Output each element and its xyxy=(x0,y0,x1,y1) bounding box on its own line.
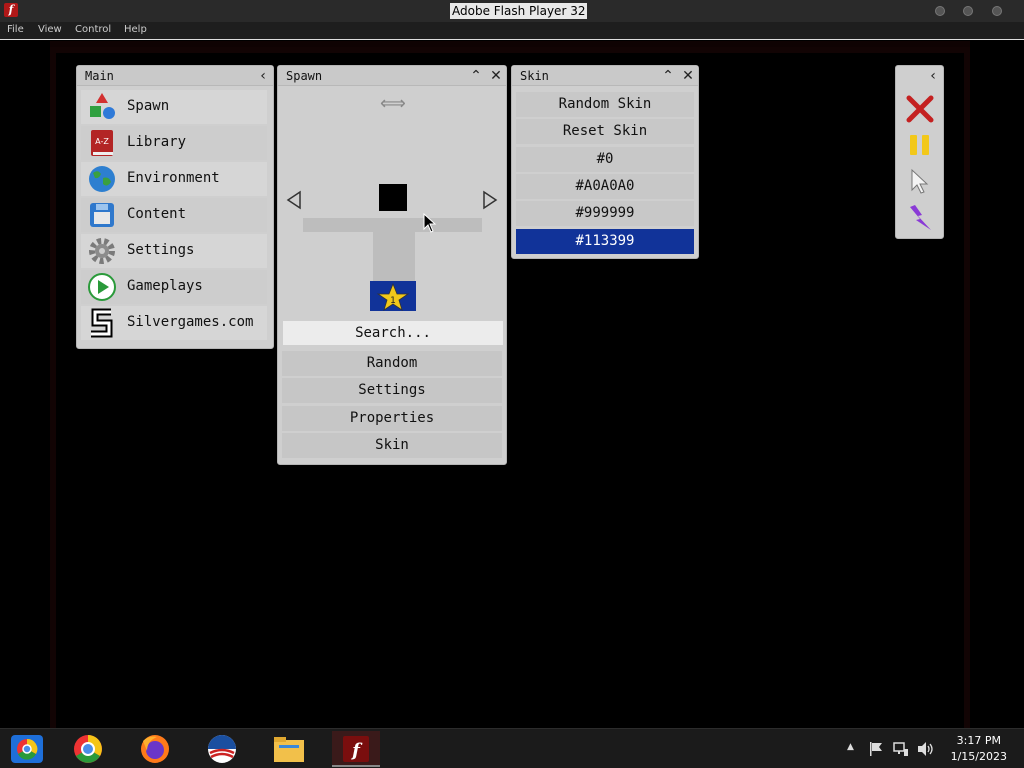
network-icon[interactable] xyxy=(893,741,909,757)
settings-button[interactable]: Settings xyxy=(282,378,502,403)
flash-player-taskbar-item[interactable]: f xyxy=(332,731,380,767)
menu-help[interactable]: Help xyxy=(124,24,147,35)
skin-panel: Skin ⌃ ✕ Random Skin Reset Skin #0 #A0A0… xyxy=(511,65,699,259)
character-body xyxy=(373,218,415,282)
menu-file[interactable]: File xyxy=(7,24,24,35)
skin-panel-header: Skin ⌃ ✕ xyxy=(512,66,698,86)
menu-item-label: Environment xyxy=(127,170,220,186)
main-panel-title: Main xyxy=(85,69,114,83)
close-icon[interactable]: ✕ xyxy=(488,68,504,84)
spawn-panel: Spawn ⌃ ✕ ⟺ 1 Search... Random Settings xyxy=(277,65,507,465)
random-skin-button[interactable]: Random Skin xyxy=(516,92,694,117)
menu-item-label: Content xyxy=(127,206,187,222)
character-head xyxy=(379,184,407,211)
flash-app-icon: f xyxy=(4,3,18,17)
clock-date: 1/15/2023 xyxy=(950,750,1007,763)
resize-arrows-icon[interactable]: ⟺ xyxy=(380,93,406,114)
menu-item-label: Spawn xyxy=(127,98,170,114)
shapes-icon xyxy=(90,93,115,119)
skin-color-option[interactable]: #0 xyxy=(516,147,694,172)
mouse-pointer-icon xyxy=(423,213,437,233)
file-explorer-icon[interactable] xyxy=(269,731,309,767)
play-icon xyxy=(88,273,116,301)
reset-skin-button[interactable]: Reset Skin xyxy=(516,119,694,144)
previous-arrow-icon[interactable] xyxy=(286,190,302,210)
obama-logo-icon[interactable] xyxy=(202,731,242,767)
tool-panel: ‹ xyxy=(895,65,944,239)
show-hidden-icons-icon[interactable]: ▲ xyxy=(847,742,854,752)
next-arrow-icon[interactable] xyxy=(482,190,498,210)
chrome-icon[interactable] xyxy=(7,731,47,767)
star-badge-icon: 1 xyxy=(370,281,416,311)
window-title: Adobe Flash Player 32 xyxy=(450,3,588,19)
maximize-button[interactable] xyxy=(963,6,973,16)
pause-icon[interactable] xyxy=(907,133,933,157)
skin-panel-title: Skin xyxy=(520,69,549,83)
silvergames-logo-icon xyxy=(91,308,113,338)
search-field[interactable]: Search... xyxy=(283,321,503,345)
main-panel: Main ‹ Spawn A-Z Library Environment Con… xyxy=(76,65,274,349)
action-center-flag-icon[interactable] xyxy=(869,741,883,757)
menu-control[interactable]: Control xyxy=(75,24,111,35)
close-icon[interactable]: ✕ xyxy=(680,68,696,84)
menu-view[interactable]: View xyxy=(38,24,62,35)
character-preview: ⟺ 1 xyxy=(278,87,506,319)
svg-text:1: 1 xyxy=(390,296,396,306)
tool-panel-header: ‹ xyxy=(896,66,943,86)
menu-item-content[interactable]: Content xyxy=(81,198,267,232)
skin-color-option-selected[interactable]: #113399 xyxy=(516,229,694,254)
minimize-button[interactable] xyxy=(935,6,945,16)
spawn-panel-header: Spawn ⌃ ✕ xyxy=(278,66,506,86)
main-panel-header: Main ‹ xyxy=(77,66,273,86)
menu-item-label: Settings xyxy=(127,242,195,258)
collapse-up-icon[interactable]: ⌃ xyxy=(660,68,676,84)
firefox-icon[interactable] xyxy=(135,731,175,767)
menu-item-environment[interactable]: Environment xyxy=(81,162,267,196)
menu-item-label: Silvergames.com xyxy=(127,314,254,330)
collapse-left-icon[interactable]: ‹ xyxy=(255,68,271,84)
skin-color-option[interactable]: #999999 xyxy=(516,201,694,226)
lightning-icon[interactable] xyxy=(905,203,935,233)
menu-item-settings[interactable]: Settings xyxy=(81,234,267,268)
properties-button[interactable]: Properties xyxy=(282,406,502,431)
system-clock[interactable]: 3:17 PM 1/15/2023 xyxy=(951,733,1007,765)
skin-button[interactable]: Skin xyxy=(282,433,502,458)
menu-item-label: Library xyxy=(127,134,187,150)
menu-item-label: Gameplays xyxy=(127,278,203,294)
collapse-left-icon[interactable]: ‹ xyxy=(925,68,941,84)
menu-item-silvergames[interactable]: Silvergames.com xyxy=(81,306,267,340)
chrome-icon[interactable] xyxy=(68,731,108,767)
book-icon: A-Z xyxy=(91,130,113,156)
clock-time: 3:17 PM xyxy=(956,734,1001,747)
menu-item-spawn[interactable]: Spawn xyxy=(81,90,267,124)
skin-color-option[interactable]: #A0A0A0 xyxy=(516,174,694,199)
collapse-up-icon[interactable]: ⌃ xyxy=(468,68,484,84)
close-x-icon[interactable] xyxy=(905,94,935,124)
globe-icon xyxy=(89,166,115,192)
menu-item-library[interactable]: A-Z Library xyxy=(81,126,267,160)
window-titlebar: f Adobe Flash Player 32 xyxy=(0,0,1024,22)
flash-player-icon: f xyxy=(343,736,369,762)
svg-text:A-Z: A-Z xyxy=(95,137,109,146)
close-window-button[interactable] xyxy=(992,6,1002,16)
taskbar: f ▲ 3:17 PM 1/15/2023 xyxy=(0,728,1024,768)
game-stage[interactable]: Main ‹ Spawn A-Z Library Environment Con… xyxy=(0,41,1024,728)
floppy-disk-icon xyxy=(90,203,114,227)
cursor-icon[interactable] xyxy=(909,168,931,194)
random-button[interactable]: Random xyxy=(282,351,502,376)
menu-item-gameplays[interactable]: Gameplays xyxy=(81,270,267,304)
menubar: File View Control Help xyxy=(0,22,1024,40)
spawn-panel-title: Spawn xyxy=(286,69,323,83)
volume-icon[interactable] xyxy=(917,741,935,757)
gear-icon xyxy=(89,238,115,264)
